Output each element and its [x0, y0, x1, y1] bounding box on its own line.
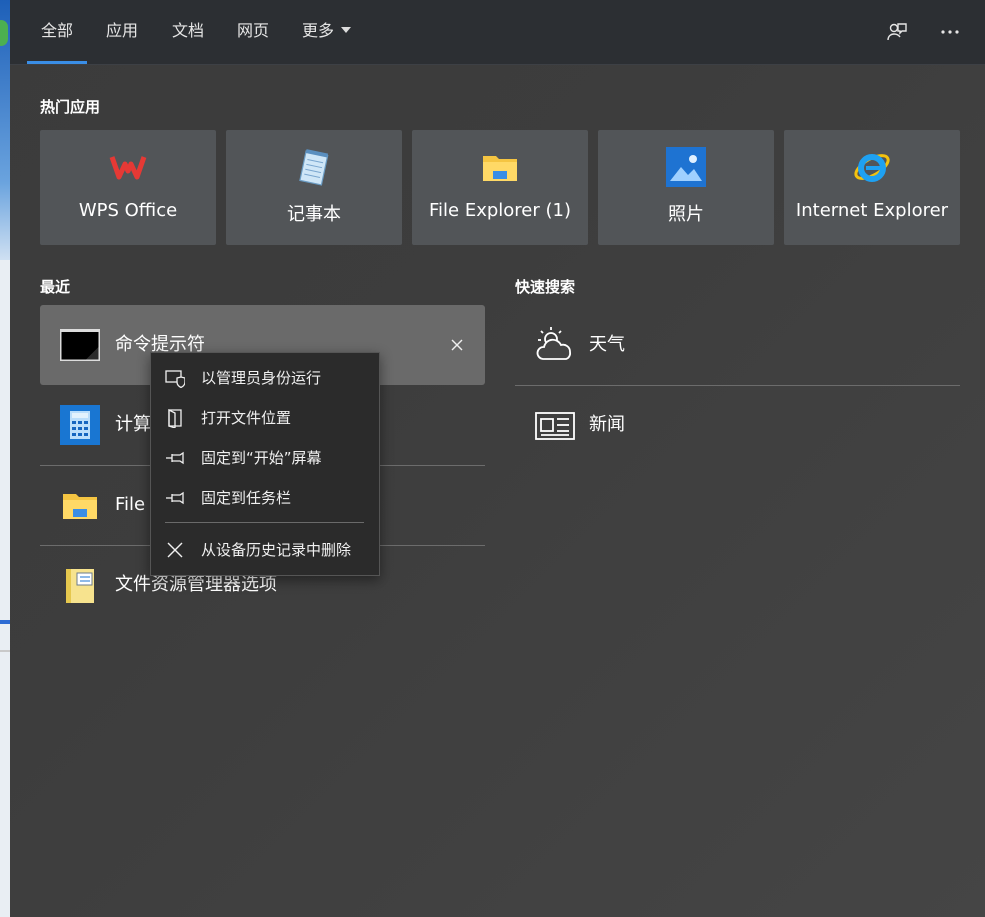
tab-web[interactable]: 网页	[237, 0, 269, 64]
menu-item-label: 固定到任务栏	[201, 489, 292, 507]
quick-search-weather[interactable]: 天气	[515, 305, 960, 385]
app-tile-label: WPS Office	[78, 200, 178, 221]
pin-icon	[166, 451, 184, 465]
notepad-icon	[299, 149, 329, 186]
weather-icon	[536, 327, 572, 360]
wps-office-icon	[109, 156, 147, 180]
news-icon	[535, 412, 575, 440]
menu-item-label: 从设备历史记录中删除	[201, 541, 352, 559]
pin-icon	[166, 491, 184, 505]
open-location-icon	[168, 408, 182, 428]
photos-icon	[666, 147, 706, 187]
more-options-button[interactable]	[934, 16, 966, 48]
app-tile-label: Internet Explorer	[795, 200, 949, 221]
menu-item-label: 以管理员身份运行	[201, 369, 322, 387]
menu-item-label: 打开文件位置	[201, 409, 292, 427]
recent-heading: 最近	[40, 278, 71, 296]
app-tile-label: File Explorer (1)	[428, 200, 571, 221]
menu-item-label: 固定到“开始”屏幕	[201, 449, 322, 467]
menu-item-pin-to-taskbar[interactable]: 固定到任务栏	[151, 479, 379, 517]
desktop-background	[0, 0, 10, 917]
menu-item-remove-from-history[interactable]: 从设备历史记录中删除	[151, 531, 379, 569]
quick-search-heading: 快速搜索	[515, 278, 576, 296]
tab-all[interactable]: 全部	[26, 0, 88, 64]
menu-item-run-as-admin[interactable]: 以管理员身份运行	[151, 359, 379, 397]
app-tile-notepad[interactable]: 记事本	[226, 130, 402, 245]
menu-divider	[165, 522, 364, 523]
menu-item-open-file-location[interactable]: 打开文件位置	[151, 399, 379, 437]
context-menu: 以管理员身份运行 打开文件位置 固定到“开始”屏幕 固定到任务栏 从设备历史记录…	[150, 352, 380, 576]
feedback-icon	[887, 23, 907, 41]
internet-explorer-icon	[854, 154, 890, 182]
quick-search-news[interactable]: 新闻	[515, 385, 960, 465]
chevron-down-icon	[341, 27, 352, 33]
app-tile-photos[interactable]: 照片	[598, 130, 774, 245]
search-tabs-bar: 全部 应用 文档 网页 更多	[10, 0, 985, 65]
quick-search-label: 天气	[589, 334, 625, 355]
feedback-button[interactable]	[881, 16, 913, 48]
folder-icon	[483, 156, 517, 181]
tab-apps[interactable]: 应用	[106, 0, 138, 64]
app-tile-internet-explorer[interactable]: Internet Explorer	[784, 130, 960, 245]
folder-options-icon	[66, 569, 94, 603]
tab-more-label: 更多	[302, 21, 335, 40]
top-apps-heading: 热门应用	[40, 98, 101, 116]
app-tile-label: 记事本	[287, 204, 341, 225]
app-tile-file-explorer[interactable]: File Explorer (1)	[412, 130, 588, 245]
menu-item-pin-to-start[interactable]: 固定到“开始”屏幕	[151, 439, 379, 477]
tab-documents[interactable]: 文档	[172, 0, 204, 64]
search-panel: 全部 应用 文档 网页 更多 热门应用 WPS Office 记事本 File …	[10, 0, 985, 917]
app-tile-wps-office[interactable]: WPS Office	[40, 130, 216, 245]
calculator-icon	[60, 405, 100, 445]
quick-search-label: 新闻	[589, 414, 625, 435]
shield-icon	[165, 370, 185, 388]
folder-icon	[63, 494, 97, 519]
app-tile-label: 照片	[668, 204, 704, 225]
more-icon	[941, 30, 959, 34]
tab-more[interactable]: 更多	[302, 0, 352, 64]
command-prompt-icon	[60, 329, 100, 361]
close-icon[interactable]	[447, 335, 467, 355]
close-icon	[167, 542, 183, 558]
